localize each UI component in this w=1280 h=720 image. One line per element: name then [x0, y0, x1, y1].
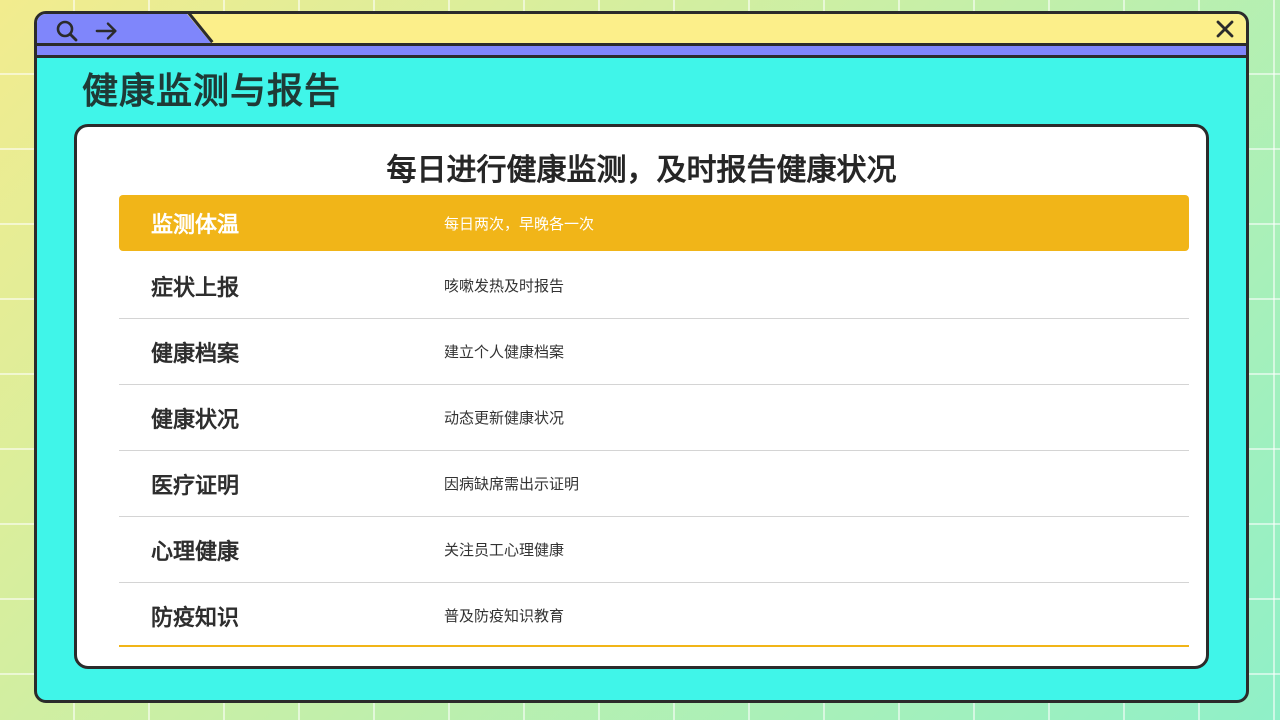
row-description: 每日两次，早晚各一次 [444, 214, 595, 233]
page-title: 健康监测与报告 [82, 71, 342, 112]
row-label: 防疫知识 [151, 605, 240, 631]
row-description: 咳嗽发热及时报告 [444, 277, 565, 295]
table-row: 心理健康 关注员工心理健康 [119, 517, 1189, 583]
search-icon[interactable] [55, 19, 79, 43]
row-description: 关注员工心理健康 [444, 541, 565, 559]
row-label: 症状上报 [151, 275, 240, 301]
card-heading: 每日进行健康监测，及时报告健康状况 [386, 153, 897, 188]
row-label: 健康状况 [151, 407, 240, 433]
table-row: 防疫知识 普及防疫知识教育 [119, 583, 1189, 648]
browser-window: 健康监测与报告 每日进行健康监测，及时报告健康状况 监测体温 每日两次，早晚各一… [34, 11, 1249, 703]
table-row: 症状上报 咳嗽发热及时报告 [119, 253, 1189, 319]
row-label: 医疗证明 [151, 473, 240, 499]
title-underband [37, 46, 1246, 58]
info-table: 监测体温 每日两次，早晚各一次 症状上报 咳嗽发热及时报告 健康档案 建立个人健… [119, 195, 1189, 648]
title-bar [37, 14, 1246, 46]
table-row: 医疗证明 因病缺席需出示证明 [119, 451, 1189, 517]
table-row: 健康状况 动态更新健康状况 [119, 385, 1189, 451]
table-bottom-rule [119, 645, 1189, 647]
row-description: 普及防疫知识教育 [444, 607, 565, 625]
table-row: 健康档案 建立个人健康档案 [119, 319, 1189, 385]
arrow-right-icon[interactable] [95, 19, 119, 43]
table-row: 监测体温 每日两次，早晚各一次 [119, 195, 1189, 251]
row-description: 因病缺席需出示证明 [444, 475, 580, 493]
row-label: 心理健康 [151, 539, 240, 565]
row-label: 监测体温 [151, 213, 240, 238]
row-label: 健康档案 [151, 341, 240, 367]
content-card: 每日进行健康监测，及时报告健康状况 监测体温 每日两次，早晚各一次 症状上报 咳… [74, 124, 1209, 669]
row-description: 动态更新健康状况 [444, 409, 565, 427]
row-description: 建立个人健康档案 [444, 343, 565, 361]
close-icon[interactable] [1213, 17, 1237, 41]
